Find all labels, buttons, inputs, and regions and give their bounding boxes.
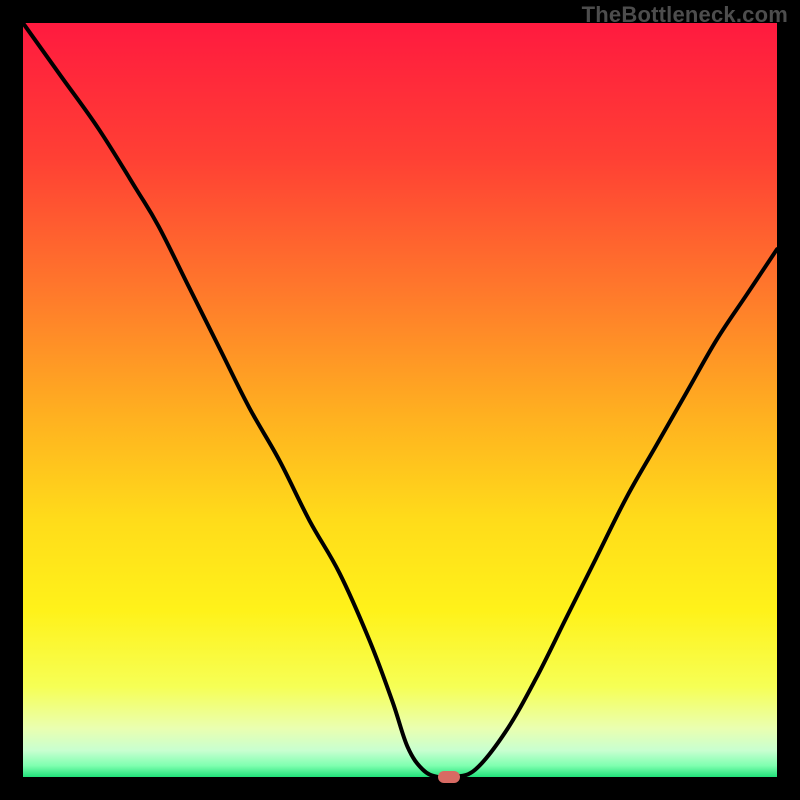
watermark-text: TheBottleneck.com bbox=[582, 2, 788, 28]
target-marker bbox=[438, 771, 460, 783]
chart-container: TheBottleneck.com bbox=[0, 0, 800, 800]
chart-svg-canvas bbox=[23, 23, 777, 777]
plot-area bbox=[23, 23, 777, 777]
